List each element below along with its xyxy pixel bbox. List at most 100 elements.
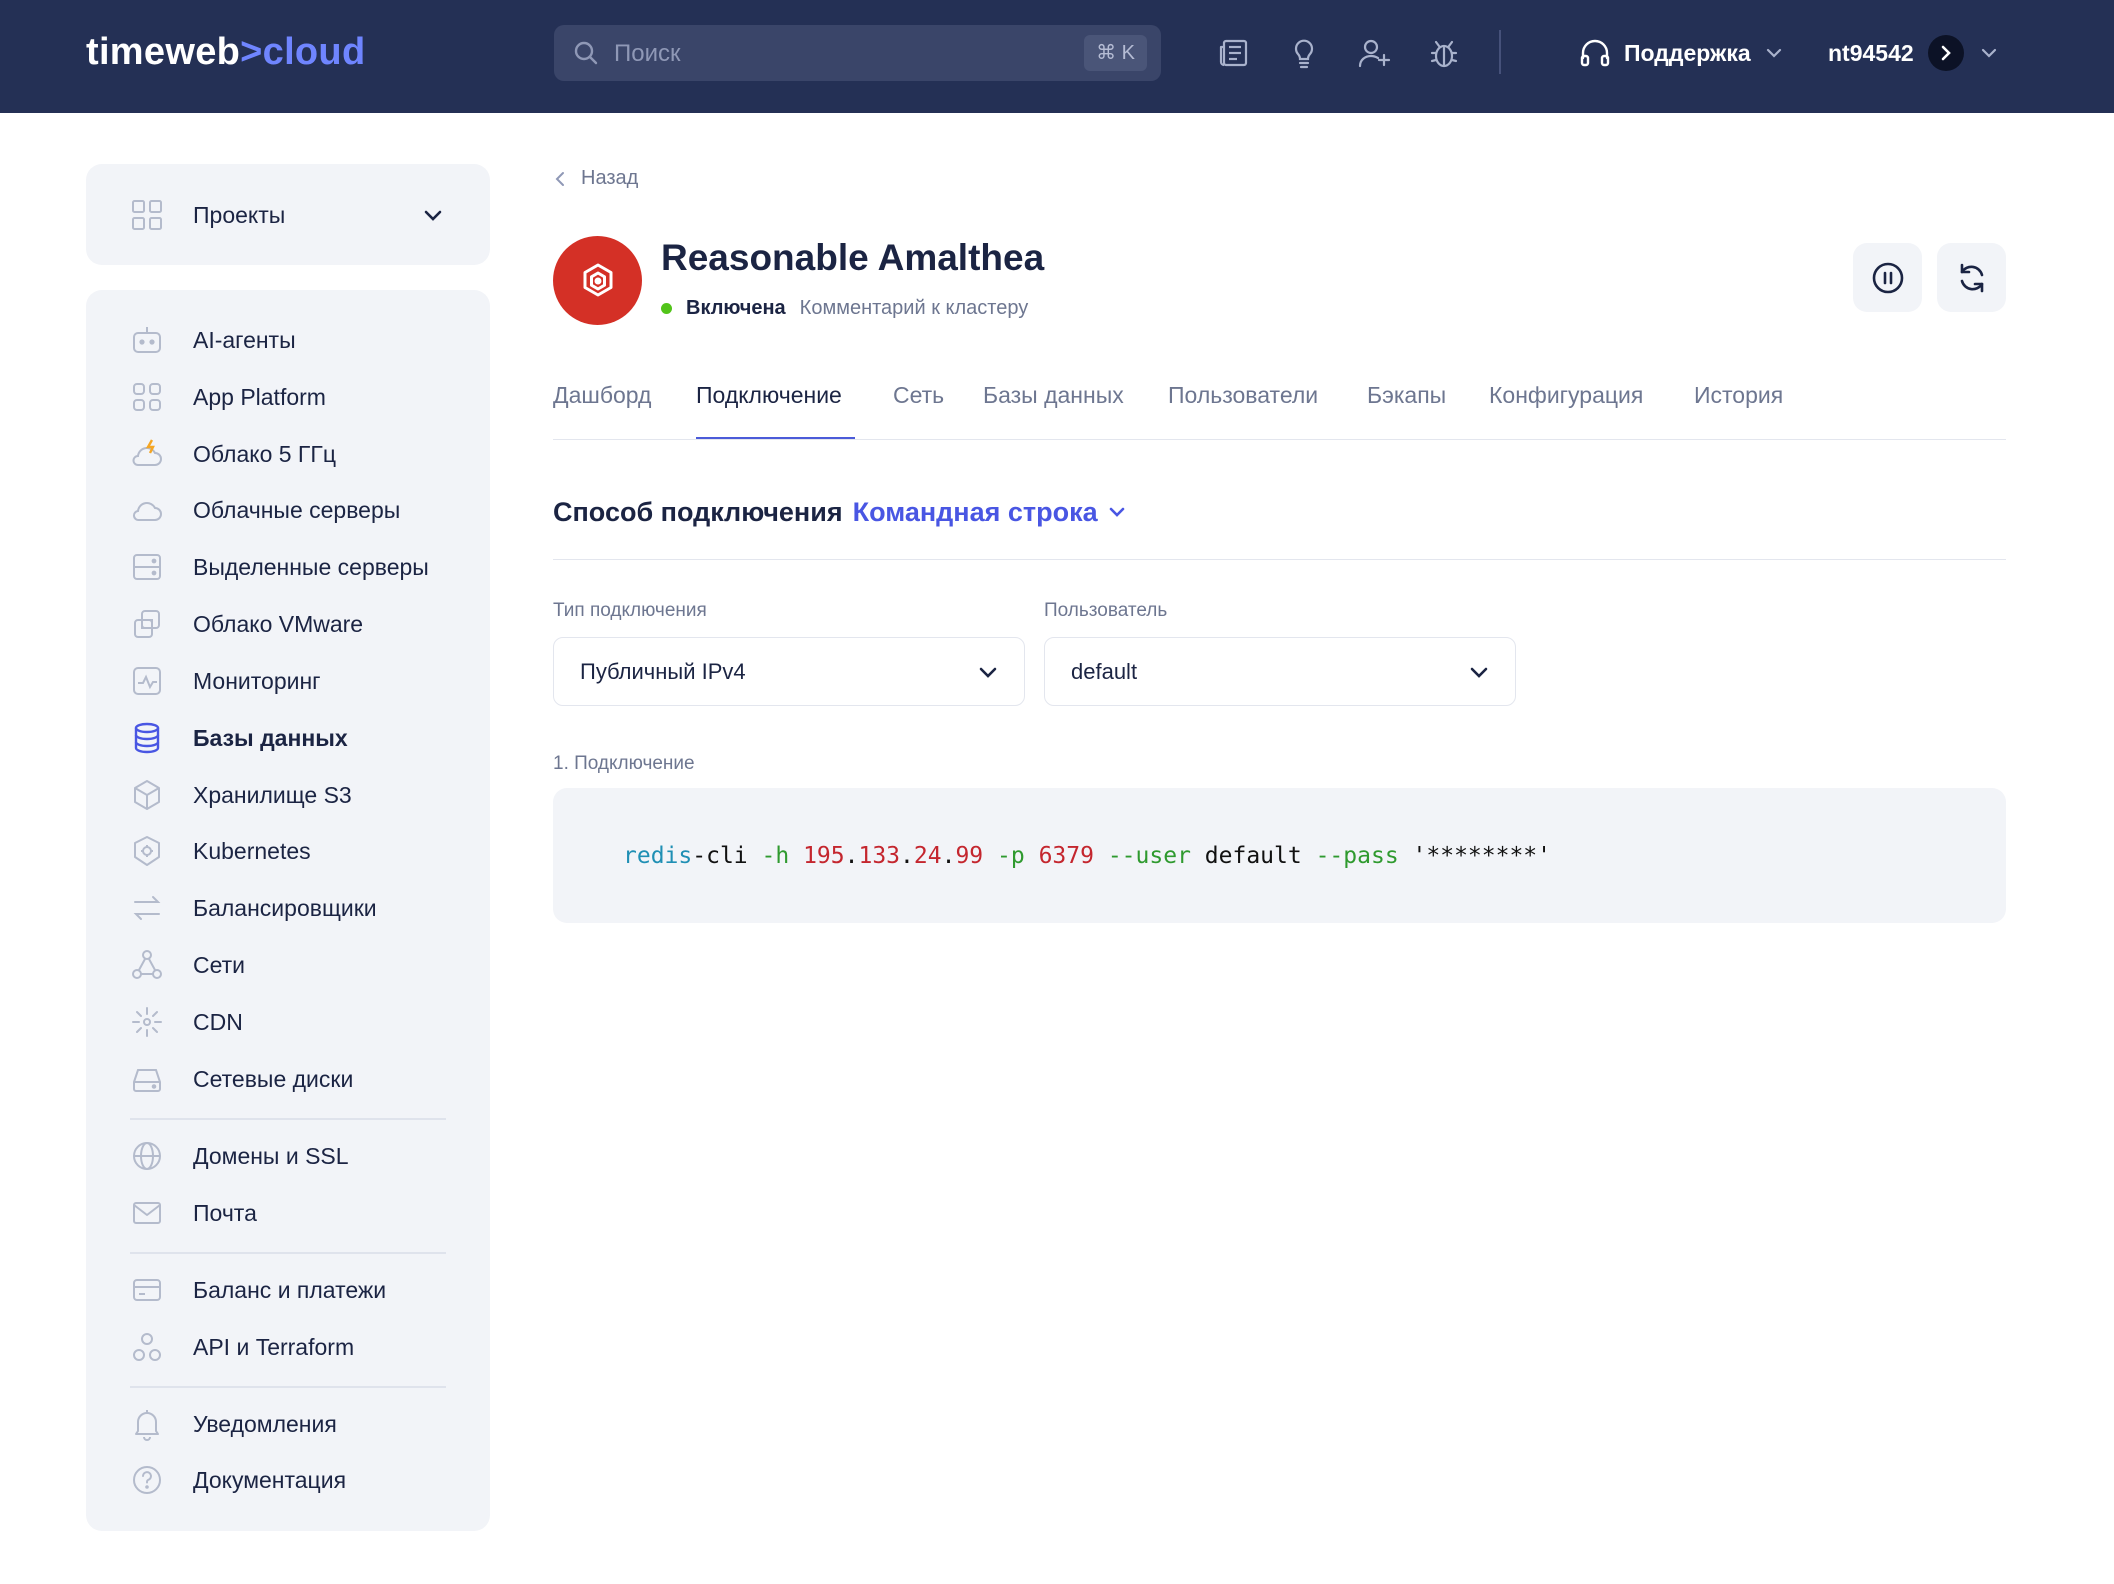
- sidebar-item-label: Документация: [193, 1466, 347, 1493]
- chevron-down-icon: [1766, 48, 1781, 58]
- sidebar-item-domains[interactable]: Домены и SSL: [130, 1136, 349, 1176]
- vmware-icon: [134, 610, 160, 638]
- chevron-left-icon: [555, 171, 564, 186]
- search-input[interactable]: Поиск ⌘ K: [554, 25, 1161, 81]
- connection-type-label: Тип подключения: [553, 600, 707, 621]
- tab-connection[interactable]: Подключение: [696, 379, 842, 411]
- sidebar-item-monitoring[interactable]: Мониторинг: [130, 661, 321, 701]
- bug-icon[interactable]: [1427, 36, 1461, 70]
- pause-icon: [1872, 262, 1903, 293]
- projects-selector[interactable]: Проекты: [86, 164, 490, 265]
- cluster-comment-link[interactable]: Комментарий к кластеру: [800, 294, 1029, 322]
- sidebar-divider: [130, 1386, 446, 1388]
- sidebar-item-kubernetes[interactable]: Kubernetes: [130, 831, 311, 871]
- sidebar-item-label: Облако VMware: [193, 610, 364, 637]
- storage-box-icon: [134, 780, 160, 810]
- cmd-flag-user: --user: [1107, 843, 1191, 869]
- tab-network[interactable]: Сеть: [893, 379, 944, 411]
- sidebar-item-balancers[interactable]: Балансировщики: [130, 888, 377, 928]
- sidebar-item-s3[interactable]: Хранилище S3: [130, 775, 352, 815]
- connection-command: redis-cli -h 195.133.24.99 -p 6379 --use…: [623, 840, 1551, 872]
- sidebar-item-notifications[interactable]: Уведомления: [130, 1404, 337, 1444]
- restart-button[interactable]: [1937, 243, 2006, 312]
- chevron-down-icon: [1109, 507, 1124, 517]
- connection-type-value: Публичный IPv4: [580, 659, 746, 684]
- tab-backups[interactable]: Бэкапы: [1367, 379, 1446, 411]
- sidebar-item-cloud-5ghz[interactable]: Облако 5 ГГц: [130, 434, 336, 474]
- sidebar-divider: [130, 1252, 446, 1254]
- chevron-right-icon: [1941, 45, 1951, 61]
- invite-user-icon[interactable]: [1357, 36, 1391, 70]
- connection-type-select[interactable]: Публичный IPv4: [553, 637, 1025, 706]
- account-menu[interactable]: nt94542: [1828, 33, 2000, 73]
- chevron-down-icon: [1981, 48, 1996, 58]
- sidebar-item-label: Домены и SSL: [193, 1142, 349, 1169]
- redis-logo-icon: [583, 263, 612, 296]
- projects-label: Проекты: [193, 202, 286, 228]
- support-menu[interactable]: Поддержка: [1578, 33, 1785, 73]
- sidebar-item-billing[interactable]: Баланс и платежи: [130, 1270, 386, 1310]
- cmd-ip-dot: .: [941, 843, 956, 869]
- step-label: 1. Подключение: [553, 753, 695, 774]
- sidebar-nav: AI-агенты App Platform Облако 5 ГГц Обла…: [86, 290, 490, 1531]
- sidebar-item-dedicated-servers[interactable]: Выделенные серверы: [130, 547, 429, 587]
- monitoring-icon: [133, 667, 161, 695]
- news-icon[interactable]: [1217, 36, 1251, 70]
- sidebar-item-docs[interactable]: Документация: [130, 1460, 346, 1500]
- sidebar-item-networks[interactable]: Сети: [130, 945, 245, 985]
- cmd-flag-port: -p: [997, 843, 1025, 869]
- sidebar-item-cloud-servers[interactable]: Облачные серверы: [130, 490, 400, 530]
- cmd-ip-dot: .: [844, 843, 859, 869]
- connection-method-label: Способ подключения: [553, 497, 843, 527]
- tab-configuration[interactable]: Конфигурация: [1489, 379, 1643, 411]
- user-select[interactable]: default: [1044, 637, 1516, 706]
- sidebar-item-ai-agents[interactable]: AI-агенты: [130, 320, 296, 360]
- tab-dashboard[interactable]: Дашборд: [553, 379, 651, 411]
- sidebar-item-label: Почта: [193, 1199, 257, 1226]
- chevron-down-icon: [979, 667, 997, 678]
- sidebar-item-label: Kubernetes: [193, 837, 311, 864]
- back-link[interactable]: Назад: [553, 167, 638, 190]
- sidebar-item-mail[interactable]: Почта: [130, 1193, 257, 1233]
- connection-command-box[interactable]: redis-cli -h 195.133.24.99 -p 6379 --use…: [553, 788, 2006, 923]
- card-icon: [133, 1279, 161, 1301]
- sidebar-item-vmware[interactable]: Облако VMware: [130, 604, 363, 644]
- refresh-icon: [1960, 263, 1983, 292]
- db-status-row: Включена Комментарий к кластеру: [661, 294, 1028, 322]
- tab-databases[interactable]: Базы данных: [983, 379, 1124, 411]
- sidebar-item-cdn[interactable]: CDN: [130, 1002, 243, 1042]
- sidebar-item-label: CDN: [193, 1008, 243, 1035]
- sidebar-item-network-disks[interactable]: Сетевые диски: [130, 1059, 353, 1099]
- cmd-user: default: [1204, 843, 1302, 869]
- search-icon: [574, 41, 598, 65]
- kubernetes-icon: [134, 836, 160, 866]
- cmd-port: 6379: [1038, 843, 1094, 869]
- idea-icon[interactable]: [1287, 36, 1321, 70]
- pause-button[interactable]: [1853, 243, 1922, 312]
- search-shortcut-badge: ⌘ K: [1084, 35, 1147, 71]
- cmd-cli: cli: [706, 843, 748, 869]
- tab-history[interactable]: История: [1694, 379, 1783, 411]
- sidebar-item-databases[interactable]: Базы данных: [130, 718, 348, 758]
- logo-text-main: timeweb: [86, 31, 241, 73]
- tab-users[interactable]: Пользователи: [1168, 379, 1318, 411]
- cmd-flag-pass: --pass: [1315, 843, 1399, 869]
- sidebar-item-app-platform[interactable]: App Platform: [130, 377, 326, 417]
- cmd-dash: -: [692, 843, 707, 869]
- grid-icon: [132, 200, 162, 230]
- sidebar-item-api[interactable]: API и Terraform: [130, 1327, 354, 1367]
- timeweb-cloud-logo[interactable]: timeweb>cloud: [86, 28, 365, 76]
- cmd-pass: '********': [1412, 843, 1552, 869]
- connection-method-dropdown[interactable]: Командная строка: [853, 494, 1128, 530]
- sidebar-item-label: Облачные серверы: [193, 496, 401, 523]
- disk-icon: [133, 1069, 161, 1092]
- sidebar-item-label: Хранилище S3: [193, 781, 352, 808]
- api-icon: [133, 1333, 161, 1361]
- sidebar-item-label: Сетевые диски: [193, 1065, 354, 1092]
- active-tab-indicator: [696, 437, 855, 439]
- cloud-icon: [132, 502, 162, 521]
- section-divider: [553, 559, 2006, 560]
- account-arrow-button[interactable]: [1927, 35, 1964, 71]
- sidebar-item-label: AI-агенты: [193, 326, 296, 353]
- search-placeholder: Поиск: [614, 40, 681, 67]
